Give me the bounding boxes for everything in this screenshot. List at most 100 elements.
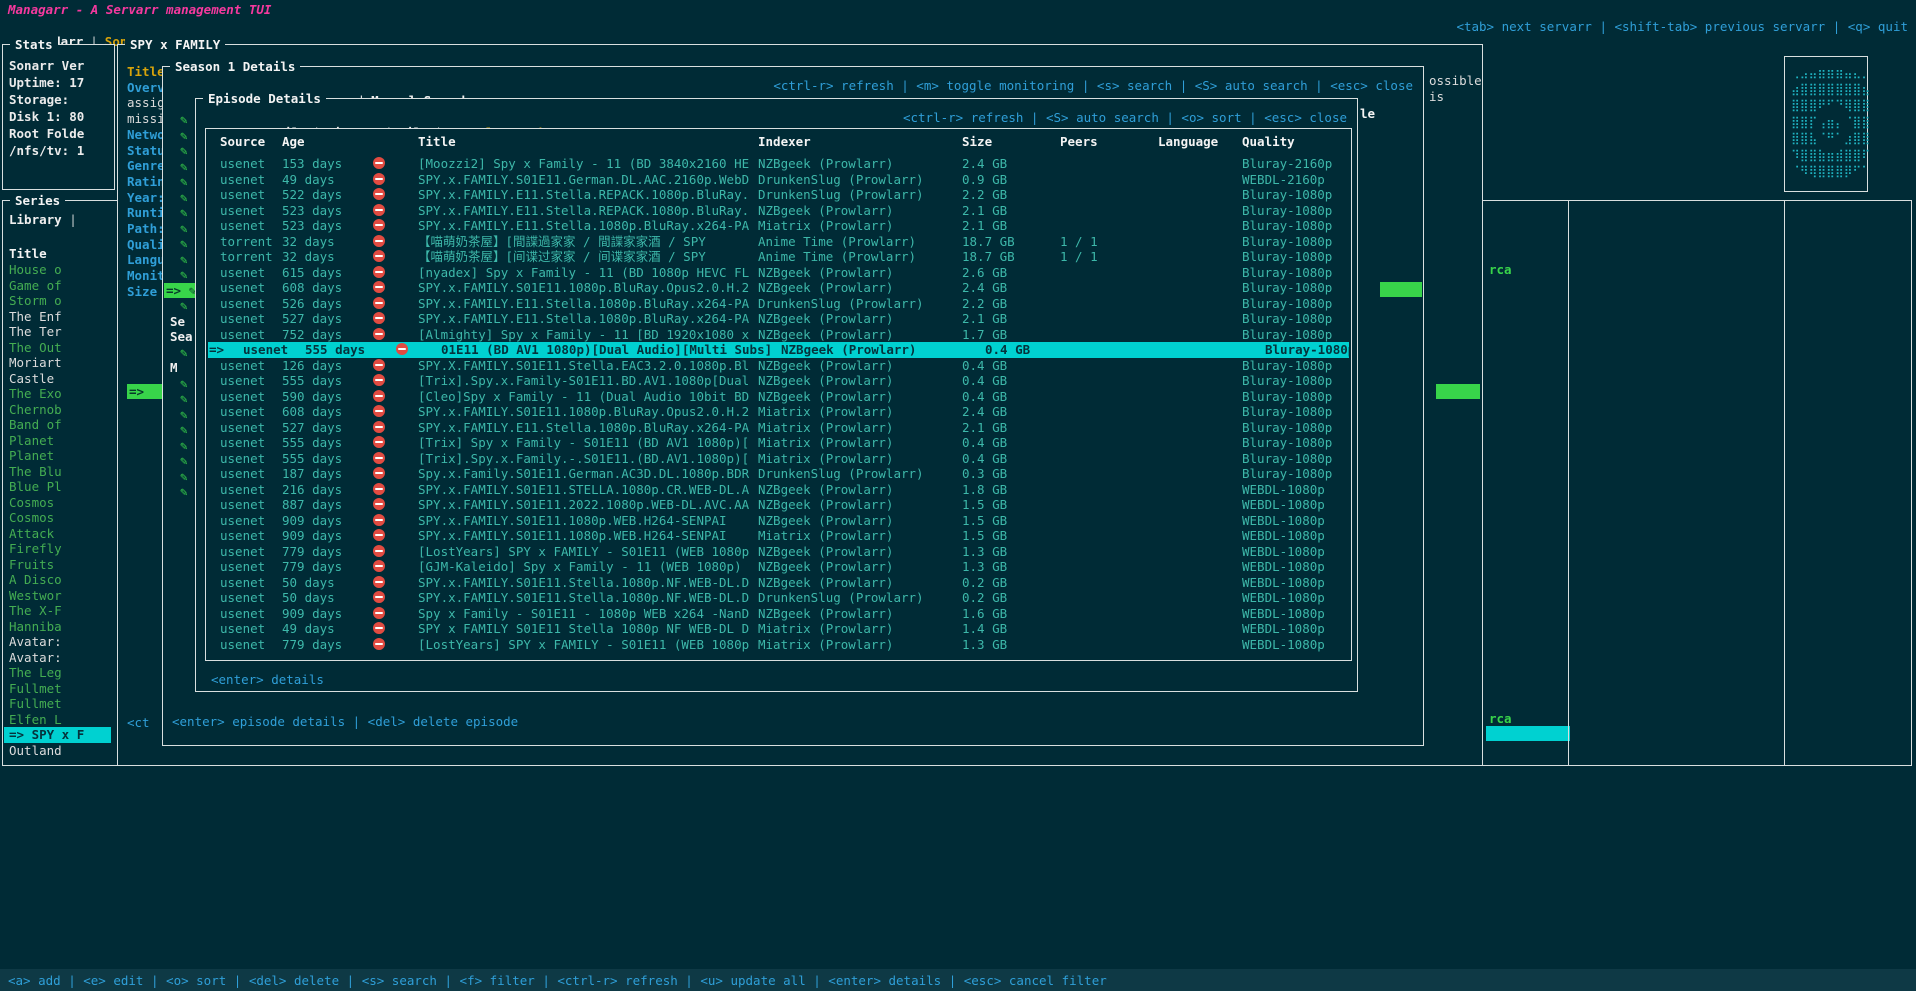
series-item[interactable]: The Ter — [4, 324, 111, 340]
monitored-icon[interactable]: ✎ — [180, 453, 188, 468]
series-item[interactable]: Attack — [4, 526, 111, 542]
release-row[interactable]: usenet608 daysSPY.x.FAMILY.S01E11.1080p.… — [208, 280, 1349, 296]
release-indexer: NZBgeek (Prowlarr) — [758, 280, 893, 296]
monitored-icon[interactable]: ✎ — [180, 407, 188, 422]
series-item[interactable]: A Disco — [4, 572, 111, 588]
selected-season-row-fragment-left[interactable]: => — [127, 384, 163, 399]
monitored-icon[interactable]: ✎ — [180, 236, 188, 251]
release-row[interactable]: usenet153 days[Moozzi2] Spy x Family - 1… — [208, 156, 1349, 172]
monitored-icon[interactable]: ✎ — [180, 205, 188, 220]
release-row[interactable]: usenet555 days[Trix] Spy x Family - S01E… — [208, 435, 1349, 451]
series-item[interactable]: Storm o — [4, 293, 111, 309]
monitored-icon[interactable]: ✎ — [180, 422, 188, 437]
series-item[interactable]: Game of — [4, 278, 111, 294]
series-item[interactable]: Chernob — [4, 402, 111, 418]
release-row[interactable]: usenet779 days[LostYears] SPY x FAMILY -… — [208, 637, 1349, 653]
series-item[interactable]: House o — [4, 262, 111, 278]
selected-series-row-fragment[interactable] — [1486, 726, 1570, 741]
monitored-icon[interactable]: ✎ — [180, 174, 188, 189]
series-item[interactable]: Blue Pl — [4, 479, 111, 495]
series-detail-fragment: Monit — [127, 268, 165, 283]
release-row[interactable]: usenet523 daysSPY.x.FAMILY.E11.Stella.RE… — [208, 203, 1349, 219]
release-row[interactable]: usenet779 days[LostYears] SPY x FAMILY -… — [208, 544, 1349, 560]
series-item[interactable]: Avatar: — [4, 634, 111, 650]
release-row[interactable]: usenet50 daysSPY.x.FAMILY.S01E11.Stella.… — [208, 590, 1349, 606]
series-item[interactable]: Elfen L — [4, 712, 111, 728]
rejected-icon — [373, 545, 385, 557]
series-item[interactable]: Castle — [4, 371, 111, 387]
release-row[interactable]: usenet50 daysSPY.x.FAMILY.S01E11.Stella.… — [208, 575, 1349, 591]
monitored-icon[interactable]: ✎ — [180, 143, 188, 158]
series-item[interactable]: The Enf — [4, 309, 111, 325]
release-row[interactable]: usenet887 daysSPY.x.FAMILY.S01E11.2022.1… — [208, 497, 1349, 513]
release-row[interactable]: usenet909 daysSPY.x.FAMILY.S01E11.1080p.… — [208, 528, 1349, 544]
release-age: 779 days — [282, 559, 342, 575]
release-row[interactable]: usenet216 daysSPY.x.FAMILY.S01E11.STELLA… — [208, 482, 1349, 498]
monitored-icon[interactable]: ✎ — [180, 438, 188, 453]
series-item[interactable]: Moriart — [4, 355, 111, 371]
release-row[interactable]: usenet555 days[Trix].Spy.x.Family.-.S01E… — [208, 451, 1349, 467]
monitored-icon[interactable]: ✎ — [180, 484, 188, 499]
monitored-icon[interactable]: ✎ — [180, 190, 188, 205]
monitored-icon[interactable]: ✎ — [180, 221, 188, 236]
monitored-icon[interactable]: ✎ — [180, 298, 188, 313]
series-item[interactable]: Fruits — [4, 557, 111, 573]
release-age: 555 days — [282, 451, 342, 467]
series-item[interactable]: The Leg — [4, 665, 111, 681]
monitored-icon[interactable]: ✎ — [180, 112, 188, 127]
release-row[interactable]: usenet615 days[nyadex] Spy x Family - 11… — [208, 265, 1349, 281]
series-item[interactable]: Fullmet — [4, 681, 111, 697]
series-item[interactable]: Planet — [4, 448, 111, 464]
release-row[interactable]: usenet49 daysSPY.x.FAMILY.S01E11.German.… — [208, 172, 1349, 188]
series-item[interactable]: The Out — [4, 340, 111, 356]
monitored-icon[interactable]: ✎ — [180, 469, 188, 484]
release-row[interactable]: usenet590 days[Cleo]Spy x Family - 11 (D… — [208, 389, 1349, 405]
release-row[interactable]: usenet49 daysSPY x FAMILY S01E11 Stella … — [208, 621, 1349, 637]
monitored-icon[interactable]: ✎ — [180, 391, 188, 406]
release-row[interactable]: usenet522 daysSPY.x.FAMILY.E11.Stella.RE… — [208, 187, 1349, 203]
release-row[interactable]: usenet126 daysSPY.X.FAMILY.S01E11.Stella… — [208, 358, 1349, 374]
release-indexer: DrunkenSlug (Prowlarr) — [758, 187, 924, 203]
release-row[interactable]: torrent32 days【喵萌奶茶屋】[間諜過家家 / 間諜家家酒 / SP… — [208, 234, 1349, 250]
release-row[interactable]: usenet608 daysSPY.x.FAMILY.S01E11.1080p.… — [208, 404, 1349, 420]
release-source: usenet — [220, 265, 265, 281]
release-size: 0.4 GB — [962, 373, 1007, 389]
monitored-icon[interactable]: ✎ — [180, 345, 188, 360]
series-item[interactable]: Cosmos — [4, 495, 111, 511]
monitored-icon[interactable]: ✎ — [180, 159, 188, 174]
selected-episode-row-fragment-left[interactable]: => ✎ — [164, 283, 196, 298]
release-row[interactable]: usenet909 daysSPY.x.FAMILY.S01E11.1080p.… — [208, 513, 1349, 529]
monitored-icon[interactable]: ✎ — [180, 252, 188, 267]
series-item[interactable]: Avatar: — [4, 650, 111, 666]
release-quality: WEBDL-1080p — [1242, 482, 1325, 498]
release-row[interactable]: =>usenet555 days01E11 (BD AV1 1080p)[Dua… — [208, 342, 1349, 358]
release-row[interactable]: usenet752 days[Almighty] Spy x Family - … — [208, 327, 1349, 343]
release-row[interactable]: usenet527 daysSPY.x.FAMILY.E11.Stella.10… — [208, 311, 1349, 327]
release-row[interactable]: usenet527 daysSPY.x.FAMILY.E11.Stella.10… — [208, 420, 1349, 436]
series-item[interactable]: Hanniba — [4, 619, 111, 635]
release-row[interactable]: torrent32 days【喵萌奶茶屋】[间谍过家家 / 间谍家家酒 / SP… — [208, 249, 1349, 265]
episode-row-fragment: M — [170, 360, 178, 375]
series-item[interactable]: Firefly — [4, 541, 111, 557]
series-item[interactable]: Outland — [4, 743, 111, 759]
series-item[interactable]: Westwor — [4, 588, 111, 604]
series-item[interactable]: Cosmos — [4, 510, 111, 526]
monitored-icon[interactable]: ✎ — [180, 267, 188, 282]
series-detail-fragment: Overv — [127, 80, 165, 95]
series-item[interactable]: => SPY x F — [4, 727, 111, 743]
series-item[interactable]: Fullmet — [4, 696, 111, 712]
release-row[interactable]: usenet779 days[GJM-Kaleido] Spy x Family… — [208, 559, 1349, 575]
release-row[interactable]: usenet523 daysSPY.x.FAMILY.E11.Stella.10… — [208, 218, 1349, 234]
monitored-icon[interactable]: ✎ — [180, 128, 188, 143]
release-title: [Almighty] Spy x Family - 11 [BD 1920x10… — [418, 327, 749, 343]
release-row[interactable]: usenet909 daysSpy x Family - S01E11 - 10… — [208, 606, 1349, 622]
release-row[interactable]: usenet526 daysSPY.x.FAMILY.E11.Stella.10… — [208, 296, 1349, 312]
series-item[interactable]: The X-F — [4, 603, 111, 619]
series-item[interactable]: Planet — [4, 433, 111, 449]
series-item[interactable]: The Blu — [4, 464, 111, 480]
release-row[interactable]: usenet187 daysSpy.x.Family.S01E11.German… — [208, 466, 1349, 482]
series-item[interactable]: Band of — [4, 417, 111, 433]
monitored-icon[interactable]: ✎ — [180, 376, 188, 391]
release-row[interactable]: usenet555 days[Trix].Spy.x.Family-S01E11… — [208, 373, 1349, 389]
series-item[interactable]: The Exo — [4, 386, 111, 402]
